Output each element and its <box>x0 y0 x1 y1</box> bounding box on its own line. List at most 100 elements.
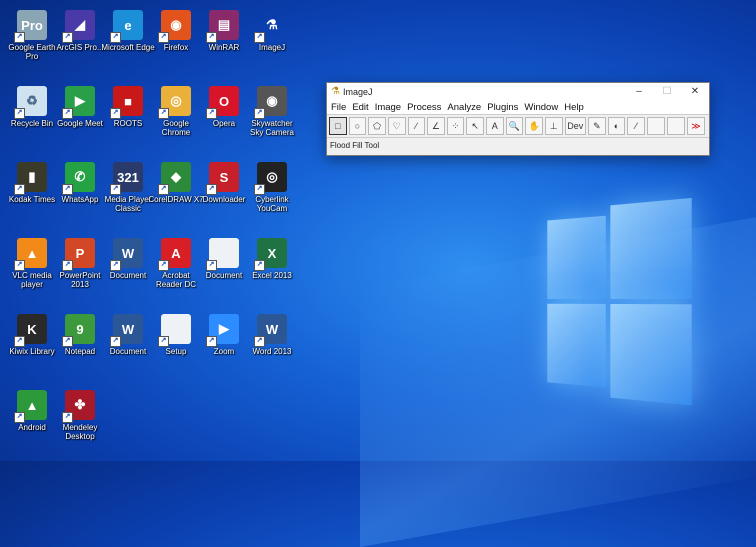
desktop-icon[interactable]: ▮ ↗ Kodak Times <box>8 158 56 226</box>
tool-button[interactable]: ○ <box>348 117 367 135</box>
desktop-icon[interactable]: ◉ ↗ Firefox <box>152 6 200 74</box>
word-doc-icon: W ↗ <box>110 238 143 271</box>
status-bar: Flood Fill Tool <box>327 137 709 152</box>
shortcut-arrow-icon: ↗ <box>110 32 121 43</box>
shortcut-arrow-icon: ↗ <box>14 32 25 43</box>
tool-button[interactable]: ↖ <box>466 117 484 135</box>
tool-button[interactable]: ⁄ <box>627 117 645 135</box>
shortcut-arrow-icon: ↗ <box>254 32 265 43</box>
imagej-window[interactable]: ⚗ ImageJ – ☐ ✕ File Edit Image Process Analy… <box>326 82 710 156</box>
shortcut-arrow-icon: ↗ <box>206 260 217 271</box>
youcam-icon: ◎ ↗ <box>254 162 287 195</box>
desktop-icon[interactable]: ◎ ↗ Google Chrome <box>152 82 200 150</box>
desktop-icon-label: Excel 2013 <box>252 271 292 280</box>
desktop-icon[interactable]: ◉ ↗ Skywatcher Sky Camera <box>248 82 296 150</box>
desktop-icon[interactable]: ◢ ↗ ArcGIS Pro... <box>56 6 104 74</box>
desktop-icon[interactable]: Pro ↗ Google Earth Pro <box>8 6 56 74</box>
tool-button[interactable]: ✎ <box>588 117 606 135</box>
menu-help[interactable]: Help <box>564 102 584 113</box>
tool-button[interactable]: ♡ <box>387 117 406 135</box>
acrobat-icon: A ↗ <box>158 238 191 271</box>
desktop-icon[interactable]: K ↗ Kiwix Library <box>8 310 56 378</box>
desktop-icon[interactable]: ▶ ↗ Zoom <box>200 310 248 378</box>
opera-icon: O ↗ <box>206 86 239 119</box>
menu-edit[interactable]: Edit <box>352 102 368 113</box>
powerpoint-icon: P ↗ <box>62 238 95 271</box>
desktop-icon-label: Mendeley Desktop <box>62 423 98 441</box>
windows-logo-wallpaper <box>547 197 692 406</box>
shortcut-arrow-icon: ↗ <box>110 336 121 347</box>
desktop-icon[interactable]: ▲ ↗ VLC media player <box>8 234 56 302</box>
mendeley-icon: ✤ ↗ <box>62 390 95 423</box>
desktop-icon[interactable]: W ↗ Word 2013 <box>248 310 296 378</box>
shortcut-arrow-icon: ↗ <box>110 184 121 195</box>
desktop-icon[interactable]: ♻ ↗ Recycle Bin <box>8 82 56 150</box>
tool-button[interactable]: ⊥ <box>544 117 563 135</box>
coreldraw-icon: ◆ ↗ <box>158 162 191 195</box>
downloader-icon: S ↗ <box>206 162 239 195</box>
desktop-icon[interactable]: ▶ ↗ Google Meet <box>56 82 104 150</box>
maximize-button[interactable]: ☐ <box>653 86 681 97</box>
winrar-icon: ▤ ↗ <box>206 10 239 43</box>
desktop-icon[interactable]: 9 ↗ Notepad <box>56 310 104 378</box>
title-bar[interactable]: ⚗ ImageJ – ☐ ✕ <box>327 83 709 100</box>
desktop-icon[interactable]: ✆ ↗ WhatsApp <box>56 158 104 226</box>
tool-button[interactable]: ∠ <box>427 117 445 135</box>
shortcut-arrow-icon: ↗ <box>254 108 265 119</box>
menu-plugins[interactable]: Plugins <box>487 102 518 113</box>
shortcut-arrow-icon: ↗ <box>206 32 217 43</box>
kiwix-icon: K ↗ <box>14 314 47 347</box>
desktop-icon[interactable]: ↗ Setup <box>152 310 200 378</box>
minimize-button[interactable]: – <box>625 86 653 97</box>
menu-process[interactable]: Process <box>407 102 441 113</box>
shortcut-arrow-icon: ↗ <box>206 108 217 119</box>
tool-button[interactable]: ⁘ <box>446 117 465 135</box>
imagej-icon: ⚗ ↗ <box>254 10 287 43</box>
shortcut-arrow-icon: ↗ <box>206 336 217 347</box>
tool-button[interactable]: ⬠ <box>368 117 386 135</box>
menu-analyze[interactable]: Analyze <box>447 102 481 113</box>
close-button[interactable]: ✕ <box>681 86 709 97</box>
tool-button[interactable]: ∕ <box>407 117 426 135</box>
tool-button[interactable]: □ <box>329 117 347 135</box>
menu-image[interactable]: Image <box>375 102 401 113</box>
tool-button[interactable]: ◐ <box>607 117 626 135</box>
desktop-icon[interactable]: ◎ ↗ Cyberlink YouCam <box>248 158 296 226</box>
shortcut-arrow-icon: ↗ <box>62 32 73 43</box>
desktop-icon[interactable]: 321 ↗ Media Player Classic <box>104 158 152 226</box>
desktop-icon[interactable]: ■ ↗ ROOTS <box>104 82 152 150</box>
desktop-icon[interactable]: P ↗ PowerPoint 2013 <box>56 234 104 302</box>
kodak-icon: ▮ ↗ <box>14 162 47 195</box>
desktop-icon[interactable]: A ↗ Acrobat Reader DC <box>152 234 200 302</box>
tool-button[interactable]: A <box>486 117 504 135</box>
desktop-icon[interactable]: ▤ ↗ WinRAR <box>200 6 248 74</box>
desktop-icon[interactable]: e ↗ Microsoft Edge <box>101 6 155 74</box>
android-icon: ▲ ↗ <box>14 390 47 423</box>
empty-tool-slot[interactable] <box>667 117 685 135</box>
roots-icon: ■ ↗ <box>110 86 143 119</box>
desktop-icon[interactable]: ▲ ↗ Android <box>8 386 56 454</box>
tool-button[interactable]: Dev <box>564 117 587 135</box>
menu-file[interactable]: File <box>331 102 346 113</box>
desktop-icon[interactable]: W ↗ Document <box>104 310 152 378</box>
edge-icon: e ↗ <box>110 10 143 43</box>
vlc-icon: ▲ ↗ <box>14 238 47 271</box>
desktop-icon[interactable]: ✤ ↗ Mendeley Desktop <box>56 386 104 454</box>
shortcut-arrow-icon: ↗ <box>14 108 25 119</box>
desktop-icon[interactable]: W ↗ Document <box>104 234 152 302</box>
desktop-icon[interactable]: ◆ ↗ CorelDRAW X7 <box>148 158 204 226</box>
desktop-icon[interactable]: ↗ Document <box>200 234 248 302</box>
arcgis-icon: ◢ ↗ <box>62 10 95 43</box>
file-icon: ↗ <box>158 314 191 347</box>
more-tools-button[interactable]: ≫ <box>687 117 705 135</box>
desktop-icon[interactable]: ⚗ ↗ ImageJ <box>248 6 296 74</box>
desktop-icon[interactable]: S ↗ Downloader <box>200 158 248 226</box>
desktop-icon[interactable]: X ↗ Excel 2013 <box>248 234 296 302</box>
menu-window[interactable]: Window <box>524 102 558 113</box>
desktop-icon[interactable]: O ↗ Opera <box>200 82 248 150</box>
tool-button[interactable]: ✋ <box>525 117 543 135</box>
whatsapp-icon: ✆ ↗ <box>62 162 95 195</box>
empty-tool-slot[interactable] <box>647 117 665 135</box>
tool-button[interactable]: 🔍 <box>505 117 524 135</box>
shortcut-arrow-icon: ↗ <box>254 260 265 271</box>
